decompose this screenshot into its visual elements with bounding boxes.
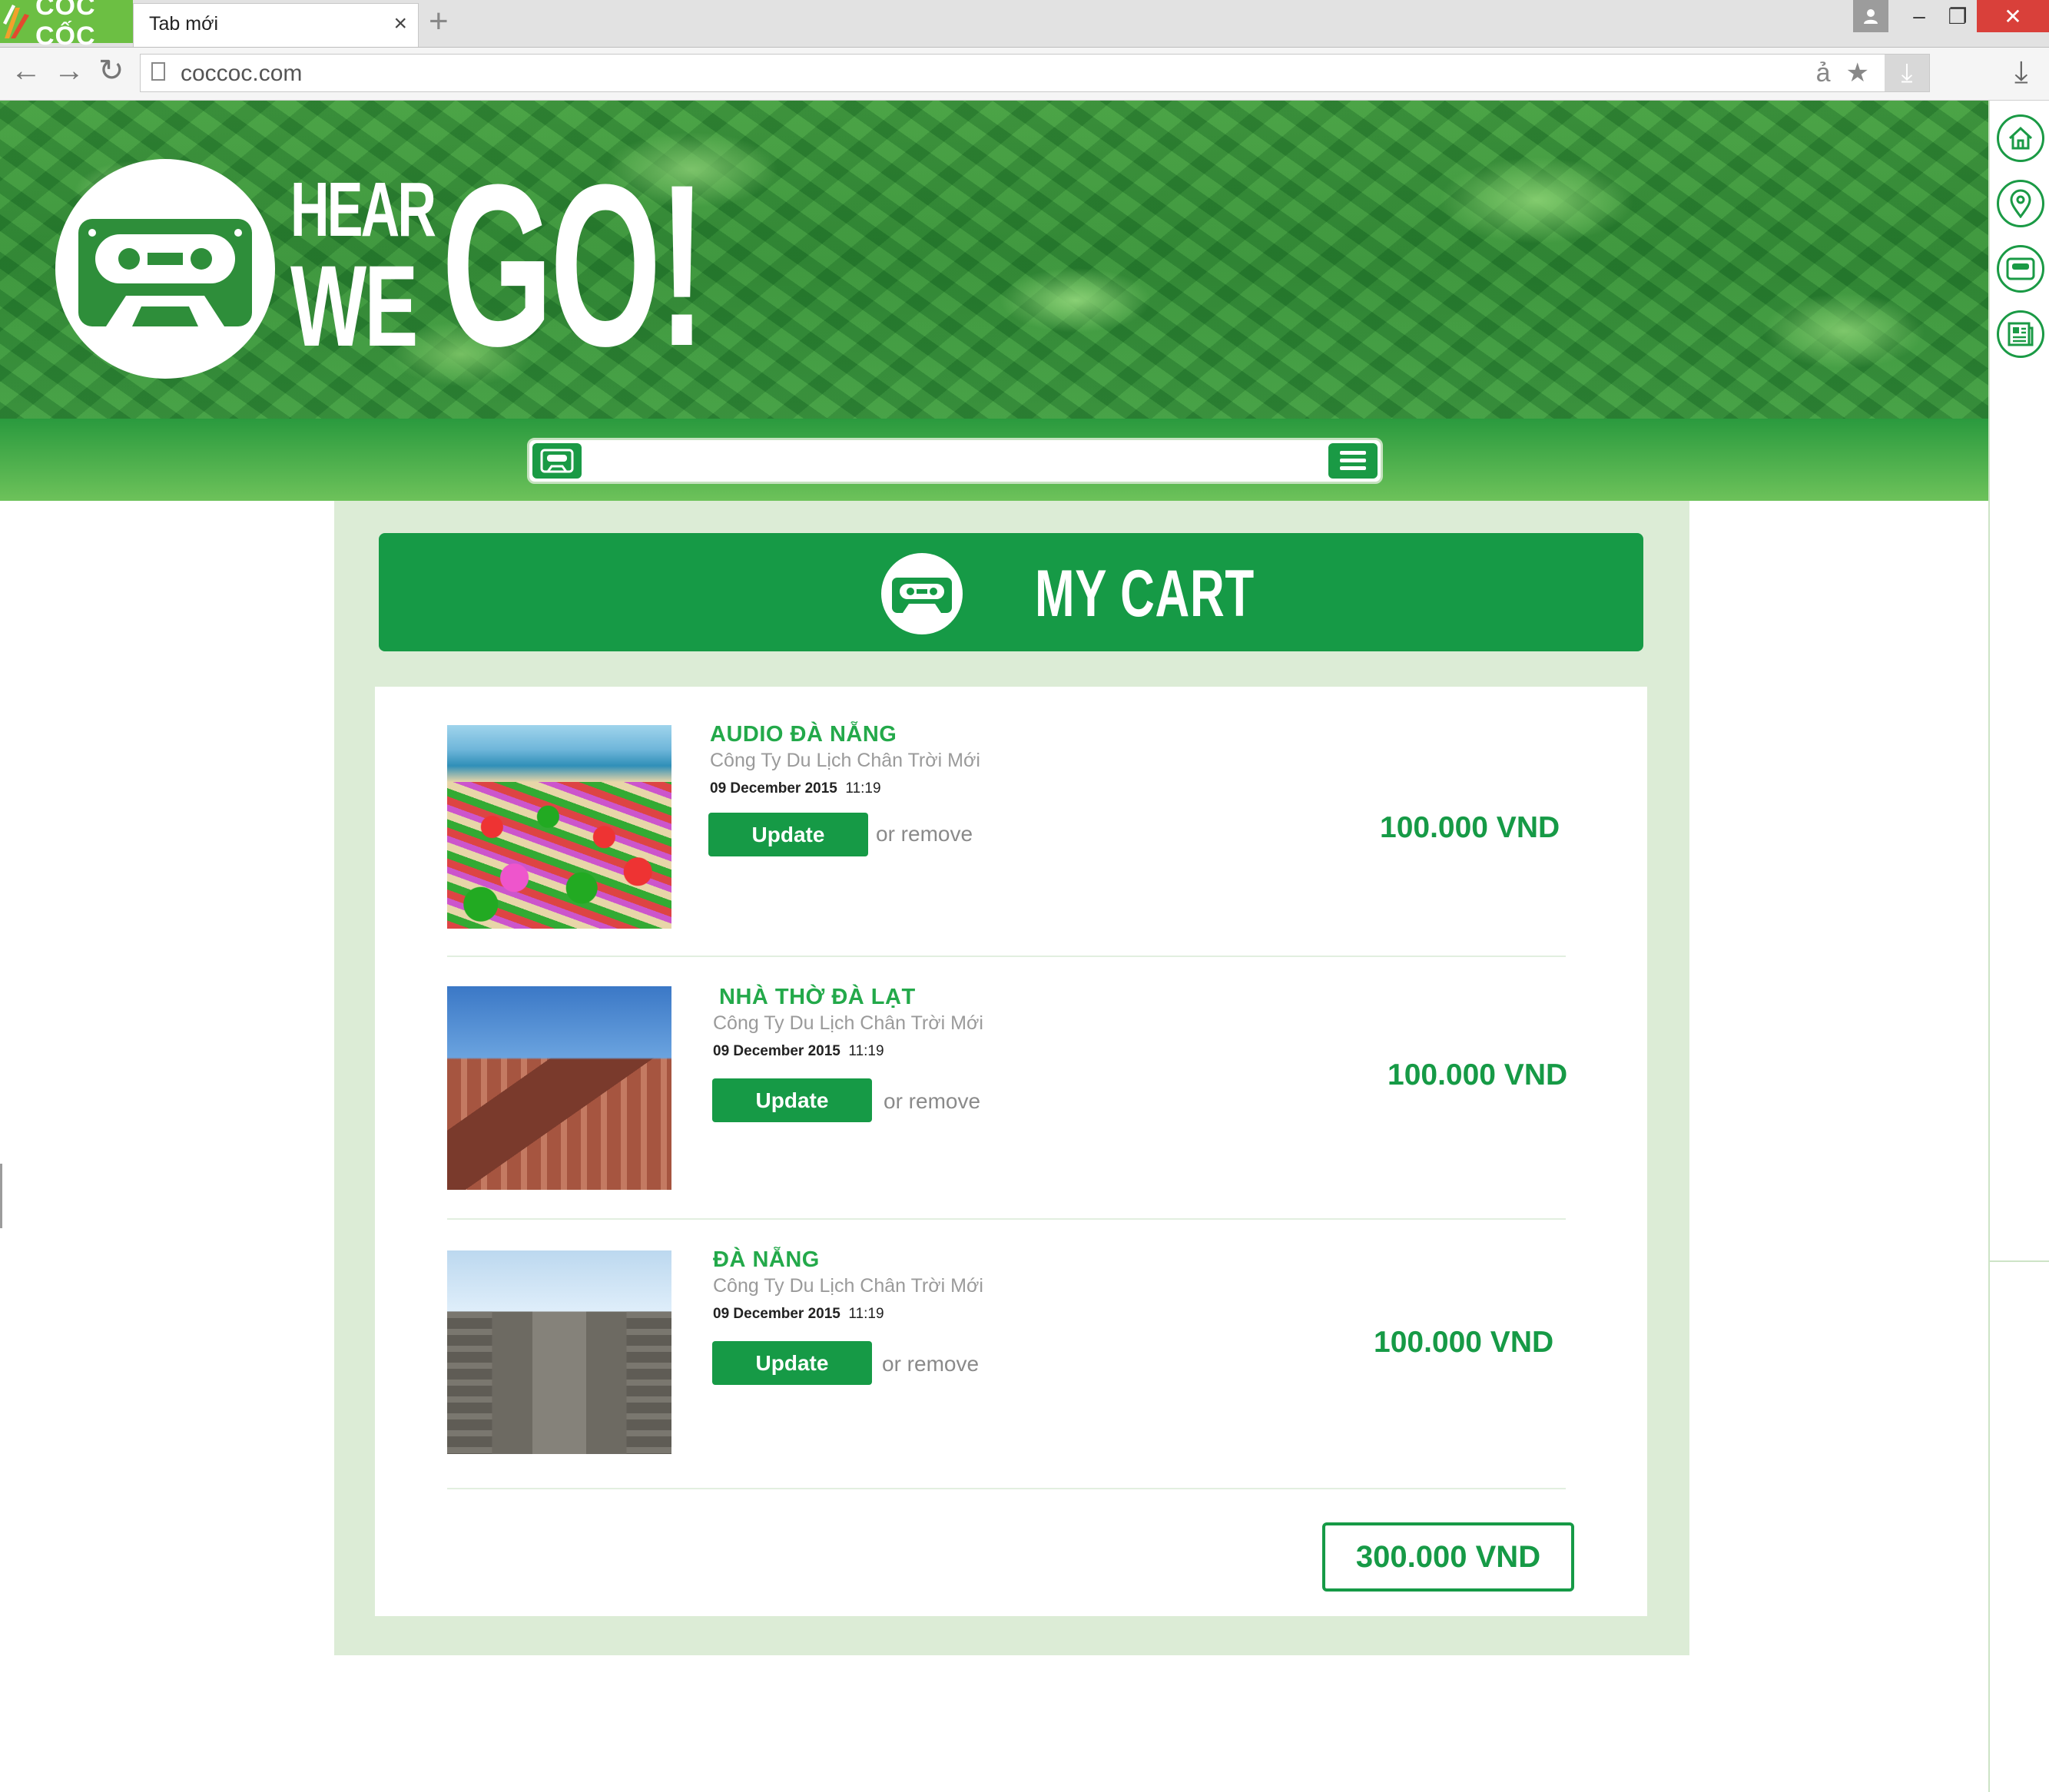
update-button[interactable]: Update: [708, 813, 868, 856]
cart-panel: MY CART AUDIO ĐÀ NẴNG Công Ty Du Lịch Ch…: [334, 501, 1689, 1655]
cart-header: MY CART: [379, 533, 1643, 651]
cart-items-list: AUDIO ĐÀ NẴNG Công Ty Du Lịch Chân Trời …: [375, 687, 1647, 1616]
item-price: 100.000 VND: [1380, 811, 1560, 844]
tab-new[interactable]: Tab mới ×: [133, 3, 419, 47]
close-window-button[interactable]: ✕: [1977, 0, 2049, 32]
item-title[interactable]: ĐÀ NẴNG: [713, 1247, 820, 1273]
coccoc-logo[interactable]: CỐC CỐC: [0, 0, 133, 51]
coccoc-brand-text: CỐC CỐC: [35, 0, 96, 51]
search-band: [0, 419, 1988, 501]
minimize-button[interactable]: –: [1900, 0, 1938, 32]
downloads-icon[interactable]: ⤓: [2014, 55, 2028, 90]
bookmark-star-icon[interactable]: ★: [1846, 58, 1869, 88]
news-icon[interactable]: [1997, 310, 2044, 358]
browser-tab-bar: CỐC CỐC Tab mới × + – ❐ ✕: [0, 0, 2049, 51]
item-datetime: 09 December 2015 11:19: [713, 1306, 884, 1323]
maximize-button[interactable]: ❐: [1938, 0, 1977, 32]
search-input[interactable]: [588, 443, 1321, 480]
item-company: Công Ty Du Lịch Chân Trời Mới: [713, 1012, 983, 1034]
item-date: 09 December 2015: [713, 1306, 840, 1322]
cart-cassette-icon: [881, 553, 963, 634]
rail-divider: [1990, 1260, 2049, 1262]
remove-link[interactable]: or remove: [884, 1089, 980, 1114]
item-company: Công Ty Du Lịch Chân Trời Mới: [713, 1275, 983, 1297]
back-button[interactable]: ←: [11, 55, 41, 86]
item-thumbnail[interactable]: [447, 986, 671, 1190]
cassette-icon[interactable]: [1997, 245, 2044, 293]
item-company: Công Ty Du Lịch Chân Trời Mới: [710, 750, 980, 771]
item-time: 11:19: [848, 1043, 884, 1059]
item-time: 11:19: [845, 780, 881, 797]
tab-title: Tab mới: [149, 13, 219, 35]
cart-total: 300.000 VND: [1322, 1522, 1574, 1592]
reload-button[interactable]: ↻: [98, 55, 124, 86]
item-date: 09 December 2015: [713, 1043, 840, 1059]
forward-button[interactable]: →: [54, 55, 85, 86]
left-edge-marker: [0, 1164, 2, 1228]
location-pin-icon[interactable]: [1997, 180, 2044, 227]
item-datetime: 09 December 2015 11:19: [713, 1043, 884, 1060]
coccoc-logo-icon: [0, 0, 32, 43]
menu-icon[interactable]: [1328, 443, 1378, 479]
cassette-search-icon[interactable]: [532, 443, 582, 479]
cassette-logo-icon[interactable]: [55, 159, 275, 379]
update-button[interactable]: Update: [712, 1078, 872, 1122]
savefrom-download-icon[interactable]: ⤓: [1885, 55, 1929, 91]
user-profile-button[interactable]: [1853, 0, 1888, 32]
search-bar: [527, 438, 1383, 484]
remove-link[interactable]: or remove: [876, 822, 973, 846]
cart-item: ĐÀ NẴNG Công Ty Du Lịch Chân Trời Mới 09…: [375, 1212, 1647, 1454]
item-divider: [447, 1488, 1566, 1489]
logo-go: GO!: [442, 136, 706, 394]
tab-close-icon[interactable]: ×: [393, 11, 407, 37]
item-title[interactable]: NHÀ THỜ ĐÀ LẠT: [719, 985, 916, 1010]
logo-hear: HEAR: [290, 167, 436, 253]
translate-icon[interactable]: ả: [1816, 58, 1831, 88]
cart-item: NHÀ THỜ ĐÀ LẠT Công Ty Du Lịch Chân Trời…: [375, 949, 1647, 1190]
logo-we: WE: [290, 241, 418, 370]
item-datetime: 09 December 2015 11:19: [710, 780, 881, 797]
item-title[interactable]: AUDIO ĐÀ NẴNG: [710, 722, 897, 747]
update-button[interactable]: Update: [712, 1341, 872, 1385]
remove-link[interactable]: or remove: [882, 1352, 979, 1376]
item-date: 09 December 2015: [710, 780, 837, 797]
hero-banner: HEAR WE GO!: [0, 101, 1988, 419]
home-icon[interactable]: [1997, 114, 2044, 162]
url-text[interactable]: coccoc.com: [181, 61, 302, 87]
item-thumbnail[interactable]: [447, 1250, 671, 1454]
new-tab-button[interactable]: +: [429, 5, 449, 38]
side-rail: [1988, 101, 2049, 1792]
item-price: 100.000 VND: [1388, 1058, 1568, 1091]
item-price: 100.000 VND: [1374, 1326, 1554, 1359]
cart-title: MY CART: [1035, 557, 1255, 631]
item-time: 11:19: [848, 1306, 884, 1322]
item-thumbnail[interactable]: [447, 725, 671, 929]
cart-item: AUDIO ĐÀ NẴNG Công Ty Du Lịch Chân Trời …: [375, 687, 1647, 929]
address-bar[interactable]: coccoc.com ả ★ ⤓: [140, 54, 1930, 92]
browser-toolbar: ← → ↻ coccoc.com ả ★ ⤓ ⤓: [0, 48, 2049, 101]
page-icon: [151, 62, 165, 81]
user-icon: [1864, 9, 1878, 24]
